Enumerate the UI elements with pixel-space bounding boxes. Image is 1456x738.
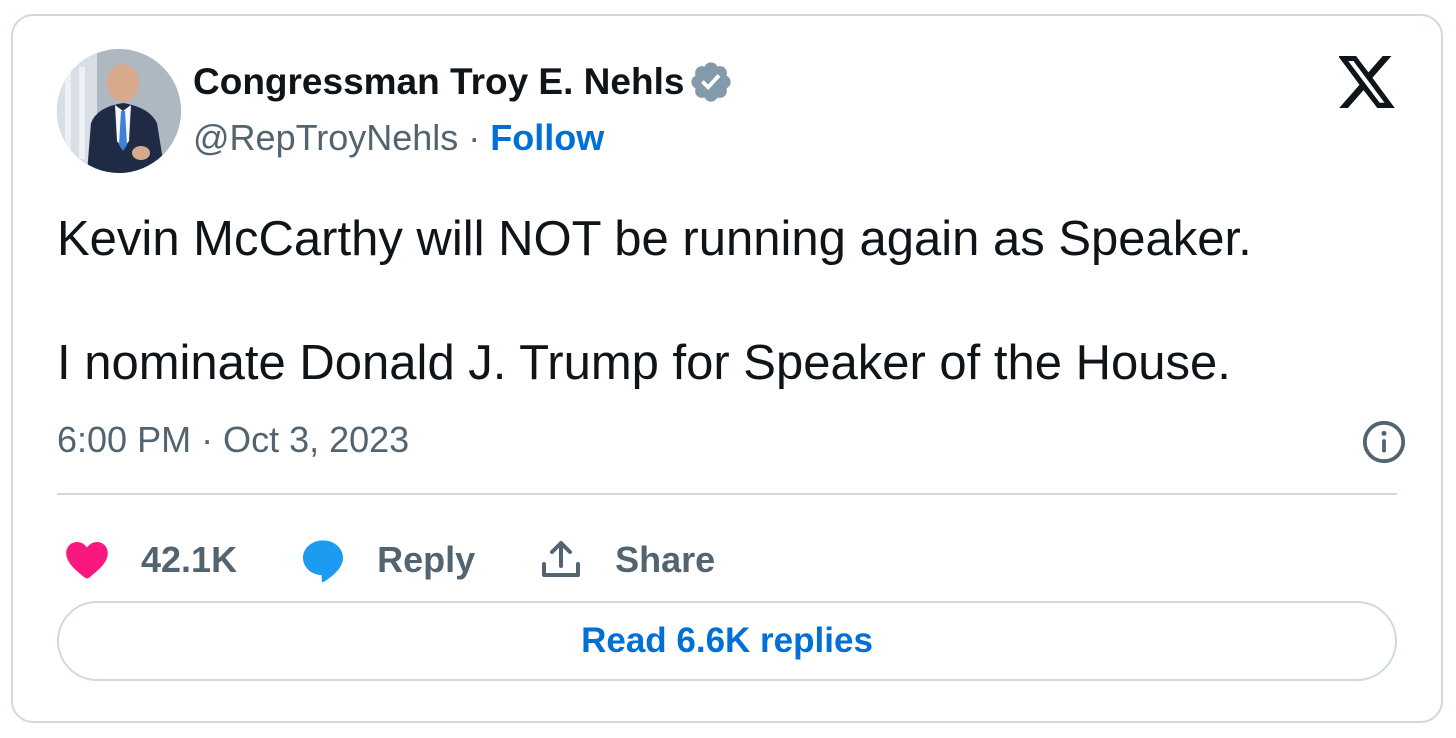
- share-upload-icon: [537, 536, 585, 584]
- tweet-timestamp[interactable]: 6:00 PM · Oct 3, 2023: [57, 419, 409, 461]
- like-button[interactable]: 42.1K: [63, 536, 237, 584]
- avatar-image: [57, 49, 181, 173]
- avatar[interactable]: [57, 49, 181, 173]
- reply-label: Reply: [377, 539, 476, 580]
- tweet-paragraph: I nominate Donald J. Trump for Speaker o…: [57, 336, 1231, 390]
- author-display-name[interactable]: Congressman Troy E. Nehls: [193, 61, 684, 103]
- tweet-card: Congressman Troy E. Nehls @RepTroyNehls …: [11, 14, 1443, 723]
- author-handle-row: @RepTroyNehls · Follow: [193, 117, 604, 159]
- follow-link[interactable]: Follow: [490, 117, 604, 159]
- info-icon[interactable]: [1361, 419, 1407, 465]
- tweet-text: Kevin McCarthy will NOT be running again…: [57, 208, 1397, 394]
- author-handle[interactable]: @RepTroyNehls: [193, 117, 458, 159]
- verified-badge-icon: [688, 59, 734, 105]
- divider: [57, 493, 1397, 495]
- x-logo-icon[interactable]: [1338, 56, 1397, 108]
- tweet-paragraph: Kevin McCarthy will NOT be running again…: [57, 212, 1252, 266]
- like-count: 42.1K: [141, 539, 238, 580]
- action-bar: 42.1K Reply Share: [63, 528, 777, 592]
- speech-bubble-icon: [299, 536, 347, 584]
- reply-button[interactable]: Reply: [299, 536, 475, 584]
- read-replies-button[interactable]: Read 6.6K replies: [57, 601, 1397, 681]
- heart-icon: [63, 536, 111, 584]
- share-label: Share: [615, 539, 716, 580]
- share-button[interactable]: Share: [537, 536, 715, 584]
- handle-separator: ·: [468, 117, 481, 158]
- author-name-row: Congressman Troy E. Nehls: [193, 60, 734, 104]
